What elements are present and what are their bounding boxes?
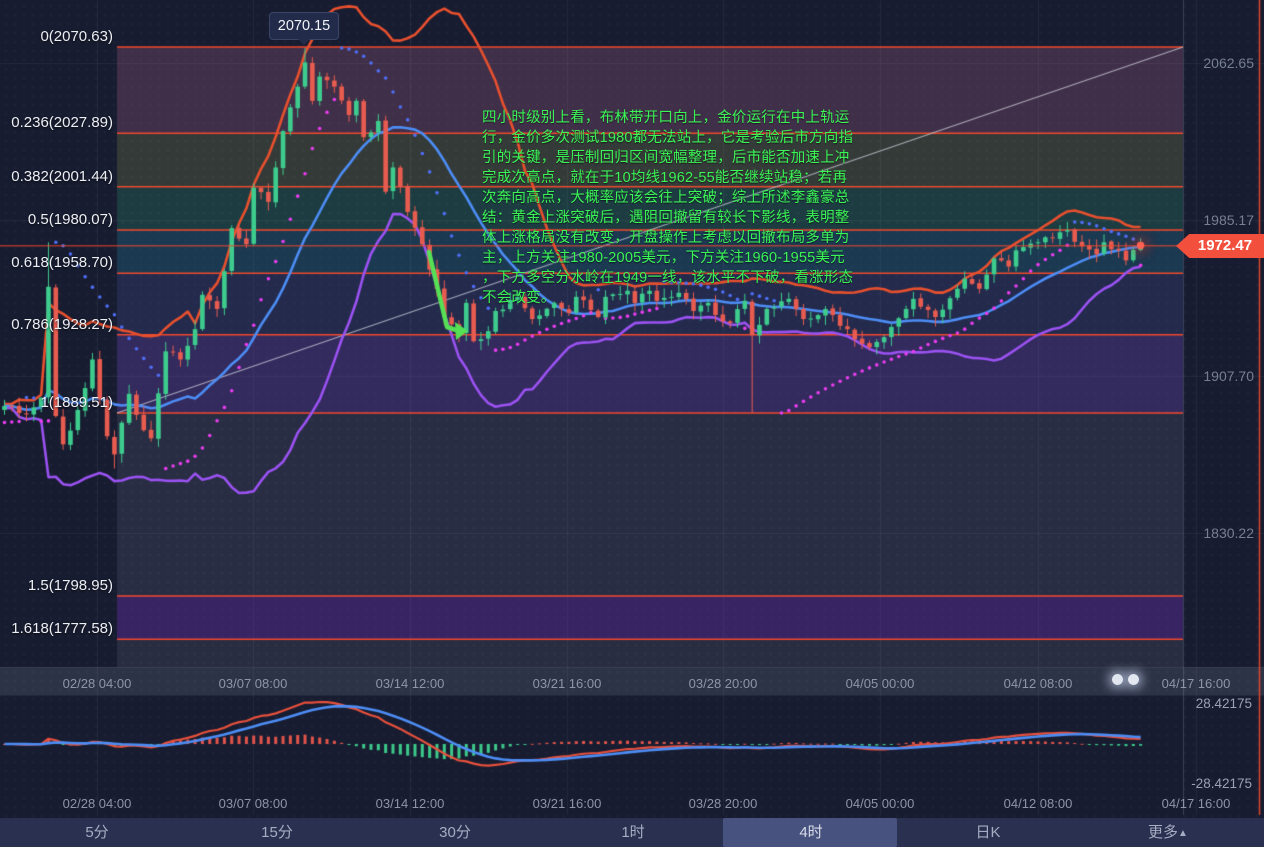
annotation-line: 结：黄金上涨突破后，遇阻回撤留有较长下影线，表明整 <box>482 208 854 228</box>
date-label: 04/05 00:00 <box>846 674 915 694</box>
date-label: 04/17 16:00 <box>1162 794 1231 814</box>
date-label: 03/07 08:00 <box>219 794 288 814</box>
timeframe-toolbar: 5分 15分 30分 1时 4时 日K 更多▲ <box>0 818 1264 847</box>
price-axis-label: 1830.22 <box>1203 525 1254 541</box>
fib-level-label: 0.382(2001.44) <box>0 169 113 185</box>
date-label: 03/21 16:00 <box>533 674 602 694</box>
annotation-line: 体上涨格局没有改变，开盘操作上考虑以回撤布局多单为 <box>482 228 854 248</box>
macd-max-label: 28.42175 <box>1196 696 1252 711</box>
date-label: 04/12 08:00 <box>1004 674 1073 694</box>
price-axis-label: 2062.65 <box>1203 55 1254 71</box>
annotation-line: 主，上方关注1980-2005美元，下方关注1960-1955美元 <box>482 248 854 268</box>
date-label: 04/05 00:00 <box>846 794 915 814</box>
analyst-annotation: 四小时级别上看，布林带开口向上，金价运行在中上轨运行，金价多次测试1980都无法… <box>482 108 854 308</box>
fib-level-label: 0.236(2027.89) <box>0 115 113 131</box>
tab-period-1[interactable]: 5分 <box>85 818 108 847</box>
annotation-line: 完成次高点，就在于10均线1962-55能否继续站稳；若再 <box>482 168 854 188</box>
tab-period-2[interactable]: 15分 <box>261 818 293 847</box>
annotation-line: ，下方多空分水岭在1949一线，该水平不下破，看涨形态 <box>482 268 854 288</box>
macd-min-label: -28.42175 <box>1191 776 1252 791</box>
fib-level-label: 0(2070.63) <box>0 29 113 45</box>
peak-price-tooltip: 2070.15 <box>269 12 339 40</box>
date-label: 02/28 04:00 <box>63 794 132 814</box>
tab-period-3[interactable]: 30分 <box>439 818 471 847</box>
price-axis-label: 1985.17 <box>1203 212 1254 228</box>
date-label: 03/14 12:00 <box>376 794 445 814</box>
date-label: 03/28 20:00 <box>689 794 758 814</box>
scroll-dot-icon[interactable] <box>1128 674 1139 685</box>
date-label: 02/28 04:00 <box>63 674 132 694</box>
fib-level-label: 0.5(1980.07) <box>0 212 113 228</box>
annotation-line: 四小时级别上看，布林带开口向上，金价运行在中上轨运 <box>482 108 854 128</box>
date-label: 04/17 16:00 <box>1162 674 1231 694</box>
more-label: 更多 <box>1148 824 1178 841</box>
annotation-line: 不会改变。 <box>482 288 854 308</box>
date-label: 03/07 08:00 <box>219 674 288 694</box>
fib-level-label: 0.786(1928.27) <box>0 317 113 333</box>
scroll-to-latest-indicator[interactable] <box>1112 674 1139 685</box>
date-label: 03/14 12:00 <box>376 674 445 694</box>
date-label: 03/21 16:00 <box>533 794 602 814</box>
annotation-line: 引的关键，是压制回归区间宽幅整理，后市能否加速上冲 <box>482 148 854 168</box>
fib-level-label: 1(1889.51) <box>0 395 113 411</box>
scroll-dot-icon[interactable] <box>1112 674 1123 685</box>
fib-level-label: 1.5(1798.95) <box>0 578 113 594</box>
last-price-tag: 1972.47 <box>1176 234 1264 258</box>
chevron-up-icon: ▲ <box>1178 828 1188 839</box>
trading-app: 0(2070.63) 0.236(2027.89) 0.382(2001.44) 0.… <box>0 0 1264 847</box>
tab-period-6[interactable]: 日K <box>975 818 1000 847</box>
price-axis-label: 1907.70 <box>1203 368 1254 384</box>
annotation-line: 行，金价多次测试1980都无法站上，它是考验后市方向指 <box>482 128 854 148</box>
tab-period-4[interactable]: 1时 <box>621 818 644 847</box>
fib-level-label: 1.618(1777.58) <box>0 621 113 637</box>
annotation-line: 次奔向高点，大概率应该会往上突破；综上所述李鑫豪总 <box>482 188 854 208</box>
date-label: 03/28 20:00 <box>689 674 758 694</box>
fib-level-label: 0.618(1958.70) <box>0 255 113 271</box>
date-label: 04/12 08:00 <box>1004 794 1073 814</box>
tab-more[interactable]: 更多▲ <box>1148 818 1188 847</box>
tab-period-5[interactable]: 4时 <box>799 818 822 847</box>
